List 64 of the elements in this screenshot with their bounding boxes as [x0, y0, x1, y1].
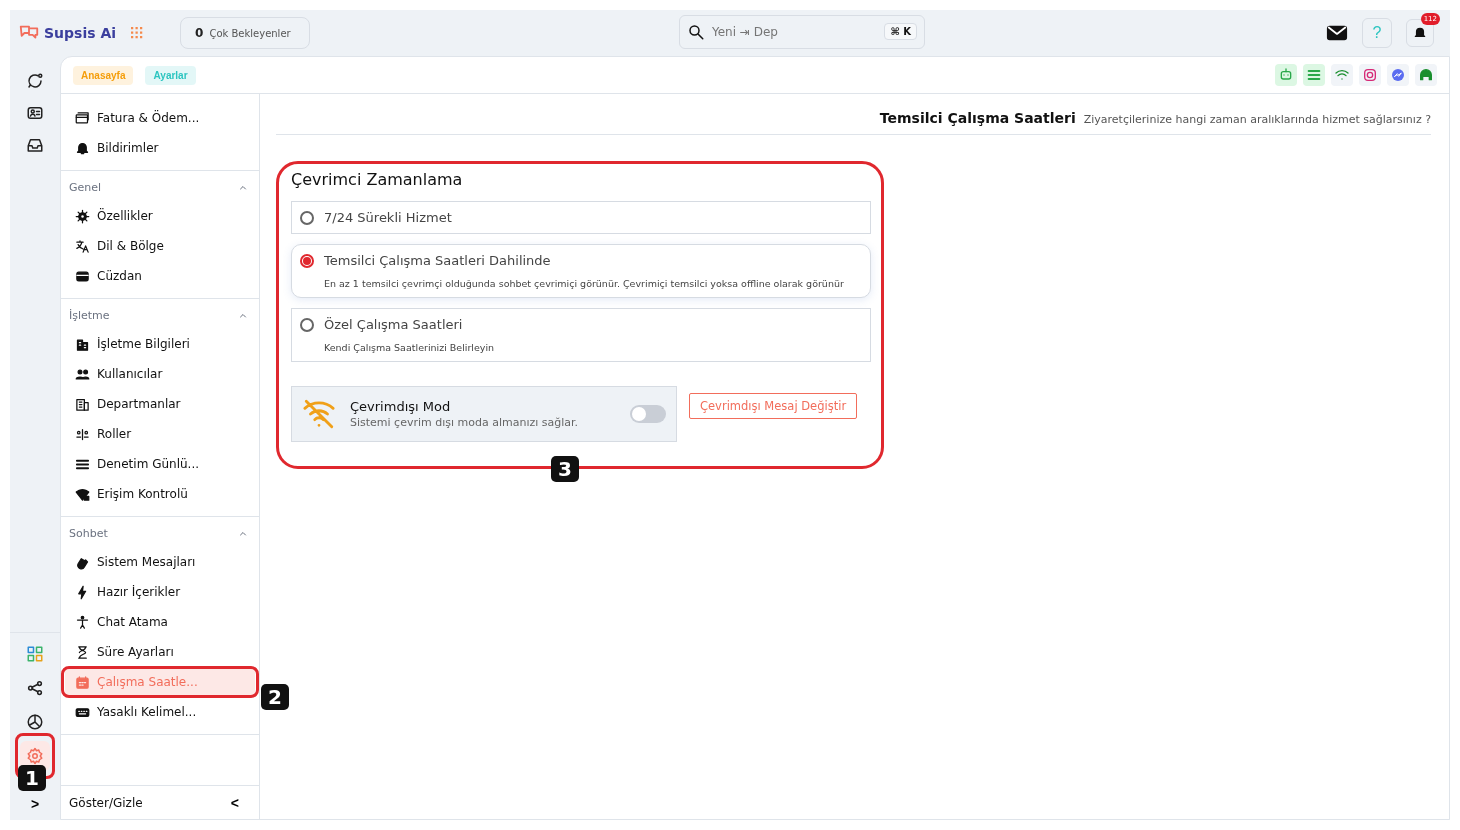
menu-item[interactable]: Kullanıcılar — [65, 360, 255, 388]
section-title: Çevrimci Zamanlama — [291, 170, 464, 189]
camera-icon — [1362, 67, 1378, 83]
section-header[interactable]: Genel — [61, 171, 259, 200]
settings-icon — [26, 747, 44, 765]
page-title: Temsilci Çalışma Saatleri — [879, 110, 1076, 126]
page-subtitle: Ziyaretçilerinize hangi zaman aralıklarında hizmet sağlarsınız ? — [1083, 113, 1431, 126]
schedule-option[interactable]: Özel Çalışma Saatleri Kendi Çalışma Saatlerinizi Belirleyin — [291, 308, 871, 362]
menu-item[interactable]: Hazır İçerikler — [65, 578, 255, 606]
shortcut-key: ⌘ K — [884, 23, 917, 40]
toggle-switch[interactable] — [630, 405, 666, 423]
menu-item[interactable]: Dil & Bölge — [65, 232, 255, 260]
robot-icon — [1278, 67, 1294, 83]
menu-item[interactable]: Cüzdan — [65, 262, 255, 290]
menu-item[interactable]: Özellikler — [65, 202, 255, 230]
menu-item[interactable]: Departmanlar — [65, 390, 255, 418]
share-icon — [26, 679, 44, 697]
wifi-off-icon — [302, 397, 336, 431]
section-header[interactable]: İşletme — [61, 299, 259, 328]
collapse-button[interactable]: < — [224, 793, 245, 812]
apps-grid-icon — [26, 645, 44, 663]
brand-name: Supsis Ai — [44, 25, 117, 41]
calendar-icon — [75, 674, 90, 690]
menu-item[interactable]: Roller — [65, 420, 255, 448]
radio-button[interactable] — [300, 318, 314, 332]
section-header[interactable]: Sohbet — [61, 517, 259, 546]
schedule-option[interactable]: 7/24 Sürekli Hizmet — [291, 201, 871, 234]
translate-icon — [75, 238, 90, 254]
step-number-badge: 1 — [18, 765, 46, 791]
menu-item[interactable]: Sistem Mesajları — [65, 548, 255, 576]
notifications-button[interactable] — [1406, 19, 1434, 47]
step-number-badge: 3 — [551, 456, 579, 482]
show-hide-label: Göster/Gizle — [69, 795, 143, 810]
chat-icon — [26, 72, 44, 90]
messenger-icon — [1390, 67, 1406, 83]
step-number-badge: 2 — [261, 684, 289, 710]
menu-item[interactable]: Chat Atama — [65, 608, 255, 636]
card-icon — [75, 110, 90, 126]
menu-item[interactable]: Erişim Kontrolü — [65, 480, 255, 508]
hourglass-icon — [75, 644, 90, 660]
menu-item[interactable]: İşletme Bilgileri — [65, 330, 255, 358]
gear-icon — [75, 208, 90, 224]
offline-mode-description: Sistemi çevrim dışı moda almanızı sağlar. — [350, 416, 579, 429]
bell-icon — [75, 140, 90, 156]
schedule-option[interactable]: Temsilci Çalışma Saatleri Dahilinde En az 1 temsilci çevrimçi olduğunda sohbet çevrimiçi görünür. Çevrimiçi temsilci yoksa offline olarak görünür — [291, 244, 871, 298]
menu-item[interactable]: Denetim Günlü... — [65, 450, 255, 478]
inbox-icon — [26, 136, 44, 154]
users-icon — [75, 366, 90, 382]
pending-chats-counter[interactable]: 0 Çok Bekleyenler — [180, 17, 311, 49]
person-icon — [75, 614, 90, 630]
menu-item[interactable]: Süre Ayarları — [65, 638, 255, 666]
menu-item[interactable]: Bildirimler — [65, 134, 255, 162]
roles-icon — [75, 426, 90, 442]
radio-button[interactable] — [300, 254, 314, 268]
menu-item[interactable]: Fatura & Ödem... — [65, 104, 255, 132]
wallet-icon — [75, 268, 90, 284]
contact-card-icon — [26, 104, 44, 122]
list-icon — [1306, 67, 1322, 83]
headset-icon — [1418, 67, 1434, 83]
building-icon — [75, 336, 90, 352]
office-icon — [75, 396, 90, 412]
menu-item[interactable]: Yasaklı Kelimel... — [65, 698, 255, 726]
radio-button[interactable] — [300, 211, 314, 225]
offline-mode-title: Çevrimdışı Mod — [350, 399, 452, 414]
